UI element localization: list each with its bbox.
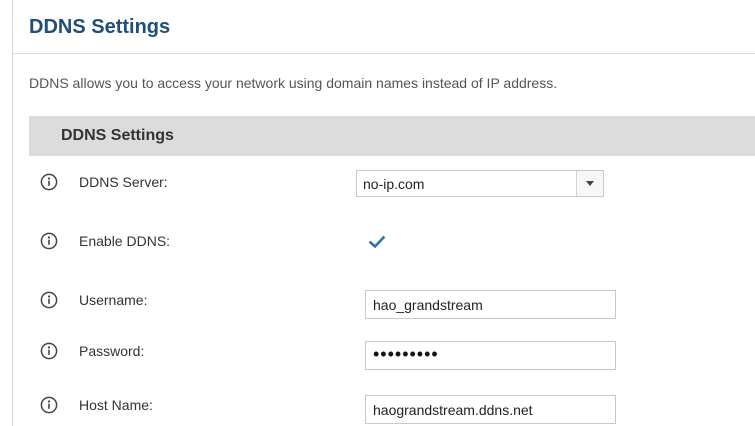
- host-name-row: Host Name:: [13, 385, 755, 425]
- info-icon[interactable]: [40, 396, 58, 414]
- title-divider: [13, 53, 755, 54]
- host-name-label: Host Name:: [79, 397, 153, 413]
- page-description: DDNS allows you to access your network u…: [29, 75, 558, 91]
- ddns-server-row: DDNS Server: no-ip.com: [13, 162, 755, 202]
- section-header: DDNS Settings: [29, 116, 755, 156]
- ddns-settings-panel: DDNS Settings DDNS allows you to access …: [12, 0, 755, 426]
- ddns-server-select[interactable]: no-ip.com: [356, 170, 604, 197]
- info-icon[interactable]: [40, 342, 58, 360]
- info-icon[interactable]: [40, 232, 58, 250]
- username-input[interactable]: [365, 290, 616, 319]
- enable-ddns-row: Enable DDNS:: [13, 221, 755, 261]
- password-input[interactable]: [365, 341, 616, 370]
- enable-ddns-label: Enable DDNS:: [79, 233, 171, 249]
- section-header-label: DDNS Settings: [61, 127, 174, 144]
- chevron-down-icon: [586, 181, 594, 186]
- password-row: Password:: [13, 331, 755, 371]
- dropdown-button[interactable]: [576, 171, 603, 196]
- password-label: Password:: [79, 343, 145, 359]
- info-icon[interactable]: [40, 291, 58, 309]
- ddns-server-label: DDNS Server:: [79, 174, 168, 190]
- username-row: Username:: [13, 280, 755, 320]
- ddns-server-selected-value: no-ip.com: [363, 176, 425, 192]
- enable-ddns-checkbox[interactable]: [368, 233, 386, 251]
- info-icon[interactable]: [40, 173, 58, 191]
- username-label: Username:: [79, 292, 148, 308]
- page-title: DDNS Settings: [29, 16, 171, 38]
- host-name-input[interactable]: [365, 395, 616, 424]
